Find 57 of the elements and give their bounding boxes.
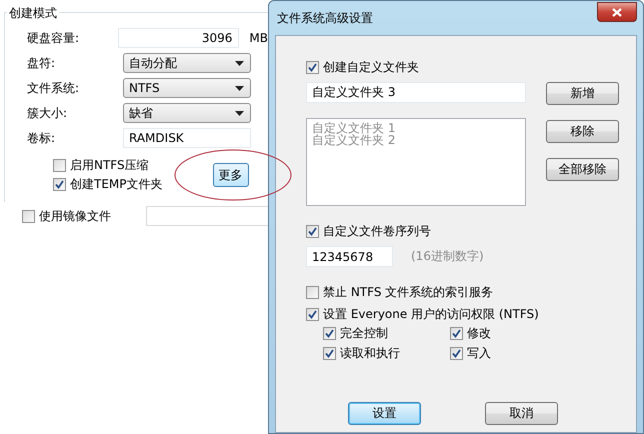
checkmark-icon: [325, 349, 334, 358]
unit-label: MB: [249, 31, 268, 45]
checkbox-label: 禁止 NTFS 文件系统的索引服务: [323, 284, 494, 301]
action-button[interactable]: 全部移除: [546, 158, 619, 181]
checkbox[interactable]: [306, 225, 319, 238]
field-label: 卷标:: [27, 130, 56, 146]
checkbox[interactable]: [306, 286, 319, 299]
checkbox[interactable]: [450, 347, 463, 360]
checkbox-label: 完全控制: [340, 325, 388, 342]
checkmark-icon: [308, 310, 317, 319]
more-button[interactable]: 更多: [212, 163, 249, 187]
checkbox[interactable]: [306, 308, 319, 321]
checkbox[interactable]: [323, 347, 336, 360]
checkmark-icon: [452, 329, 461, 338]
checkbox[interactable]: [450, 327, 463, 340]
action-button[interactable]: 移除: [546, 120, 619, 143]
field-label: 盘符:: [27, 54, 56, 72]
checkmark-icon: [325, 329, 334, 338]
checkmark-icon: [452, 349, 461, 358]
field-label: 簇大小:: [27, 104, 68, 122]
dialog-button[interactable]: 取消: [485, 402, 558, 425]
checkbox[interactable]: [323, 327, 336, 340]
size-field[interactable]: 3096: [118, 28, 240, 48]
serial-field[interactable]: 12345678: [306, 246, 393, 267]
close-icon: [612, 8, 622, 16]
checkmark-icon: [308, 63, 317, 72]
checkbox[interactable]: [306, 61, 319, 74]
field-label: 文件系统:: [27, 80, 80, 96]
checkbox-label: 自定义文件卷序列号: [323, 223, 431, 240]
close-button[interactable]: [597, 2, 637, 22]
field-label: 硬盘容量:: [27, 30, 80, 46]
checkbox[interactable]: [53, 159, 66, 172]
checkmark-icon: [308, 227, 317, 236]
caret-icon: [235, 60, 244, 66]
label-field[interactable]: RAMDISK: [123, 128, 251, 148]
checkbox[interactable]: [22, 210, 35, 222]
dialog-button[interactable]: 设置: [348, 402, 421, 425]
action-button[interactable]: 新增: [546, 82, 619, 105]
dropdown[interactable]: 自动分配: [123, 53, 251, 73]
folder-name-field[interactable]: 自定义文件夹 3: [306, 82, 526, 103]
checkbox-label: 启用NTFS压缩: [70, 157, 149, 174]
checkbox[interactable]: [53, 178, 66, 191]
dropdown[interactable]: NTFS: [123, 78, 251, 98]
checkmark-icon: [55, 180, 64, 189]
caret-icon: [235, 110, 244, 116]
checkbox-label: 使用镜像文件: [39, 208, 111, 224]
checkbox-label: 修改: [467, 325, 491, 342]
checkbox-label: 创建自定义文件夹: [323, 59, 419, 76]
checkbox-label: 读取和执行: [340, 345, 400, 362]
caret-icon: [235, 86, 244, 90]
dropdown[interactable]: 缺省: [123, 103, 251, 123]
mirror-file-field[interactable]: [146, 206, 268, 226]
window-title: 文件系统高级设置: [276, 10, 373, 26]
checkbox-label: 设置 Everyone 用户的访问权限 (NTFS): [323, 306, 539, 323]
checkbox-label: 写入: [467, 345, 491, 362]
checkbox-label: 创建TEMP文件夹: [70, 176, 163, 193]
hint-text: (16进制数字): [411, 248, 484, 265]
